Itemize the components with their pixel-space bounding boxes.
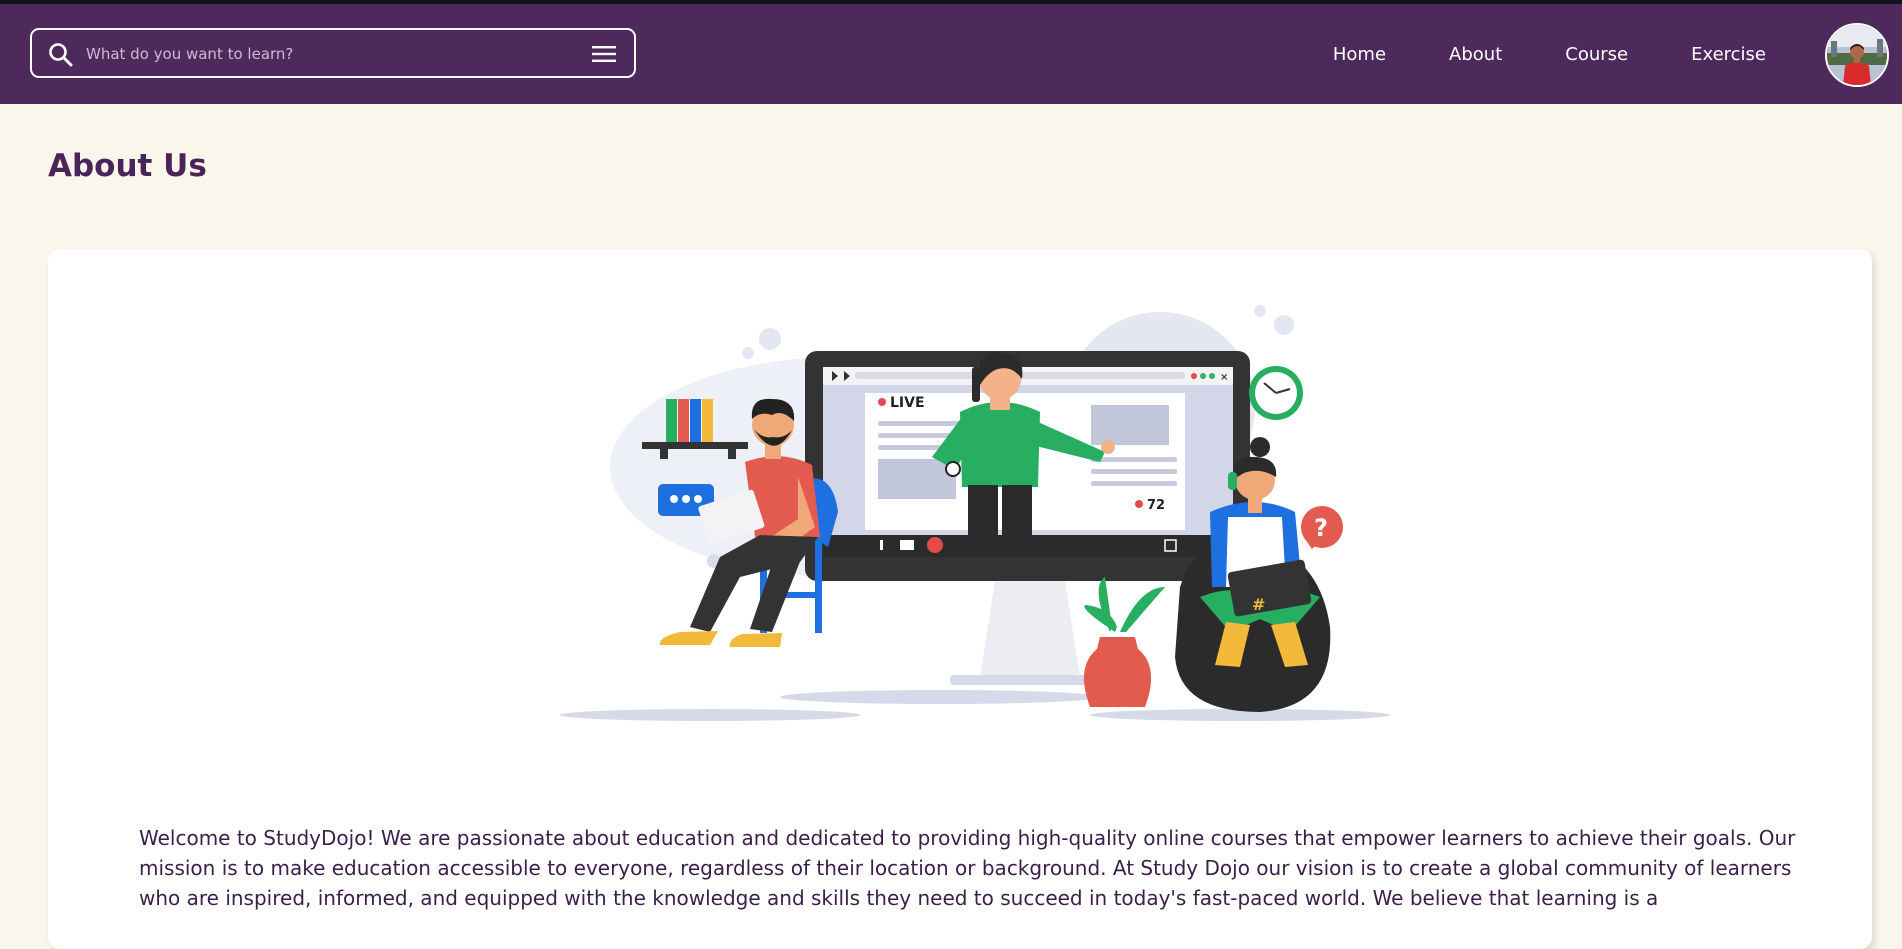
svg-text:×: × [1220, 372, 1228, 383]
svg-text:?: ? [1314, 514, 1328, 542]
user-avatar[interactable] [1825, 23, 1889, 87]
page-title: About Us [48, 148, 207, 184]
online-learning-illustration: × LIVE 72 ? # [560, 305, 1390, 721]
search-bar[interactable] [30, 28, 636, 78]
nav-link-home[interactable]: Home [1333, 44, 1386, 65]
main-nav: Home About Course Exercise [1333, 4, 1766, 104]
search-icon[interactable] [48, 42, 74, 68]
avatar-photo [1827, 25, 1887, 85]
nav-link-course[interactable]: Course [1565, 44, 1628, 65]
hamburger-menu-icon[interactable] [590, 44, 618, 64]
svg-text:#: # [1252, 595, 1265, 614]
nav-link-exercise[interactable]: Exercise [1691, 44, 1766, 65]
navbar: Home About Course Exercise [0, 4, 1902, 104]
about-description: Welcome to StudyDojo! We are passionate … [139, 826, 1796, 910]
nav-link-about[interactable]: About [1449, 44, 1502, 65]
live-label: LIVE [890, 395, 925, 411]
viewer-count: 72 [1147, 498, 1165, 513]
about-card: × LIVE 72 ? # Welcome to StudyDojo! We a… [48, 249, 1872, 949]
search-input[interactable] [84, 39, 558, 69]
